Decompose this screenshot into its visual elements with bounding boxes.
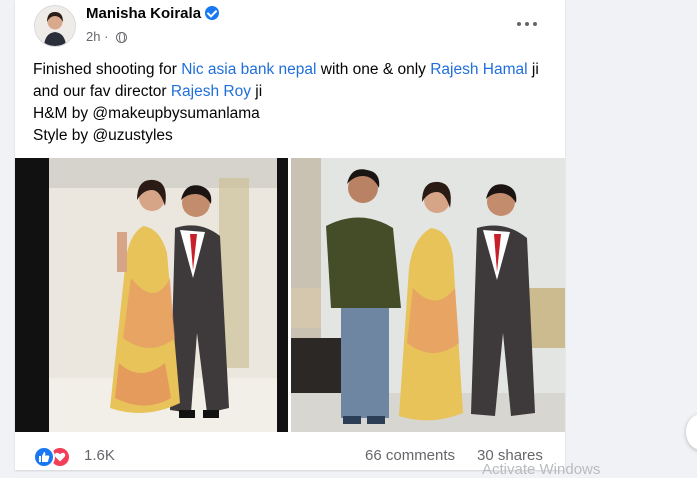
- photo-2[interactable]: [291, 158, 565, 432]
- verified-badge-icon: [205, 6, 220, 20]
- reaction-count[interactable]: 1.6K: [84, 447, 115, 464]
- post-text: Finished shooting for Nic asia bank nepa…: [33, 59, 553, 147]
- post-text-segment: ji: [250, 83, 263, 100]
- scroll-button[interactable]: [686, 414, 697, 450]
- comments-count[interactable]: 66 comments: [365, 447, 455, 464]
- author-avatar[interactable]: [34, 5, 76, 47]
- author-name-row: Manisha Koirala: [86, 5, 220, 22]
- post-text-segment: with one & only: [316, 61, 431, 78]
- post-meta: 2h ·: [86, 29, 128, 44]
- author-name[interactable]: Manisha Koirala: [86, 5, 201, 22]
- link-director[interactable]: Rajesh Roy: [171, 83, 251, 100]
- photo-1[interactable]: [15, 158, 288, 432]
- globe-icon: [116, 31, 128, 43]
- like-icon[interactable]: [33, 446, 55, 468]
- post-time[interactable]: 2h: [86, 29, 100, 44]
- post-card: Manisha Koirala 2h · Finished shooting f…: [15, 0, 565, 470]
- link-company[interactable]: Nic asia bank nepal: [181, 61, 316, 78]
- more-options-icon[interactable]: [515, 12, 539, 36]
- post-text-style: Style by @uzustyles: [33, 127, 173, 144]
- link-actor[interactable]: Rajesh Hamal: [430, 61, 527, 78]
- post-text-segment: Finished shooting for: [33, 61, 182, 78]
- post-text-hm: H&M by @makeupbysumanlama: [33, 105, 260, 122]
- photo-grid: [15, 158, 565, 432]
